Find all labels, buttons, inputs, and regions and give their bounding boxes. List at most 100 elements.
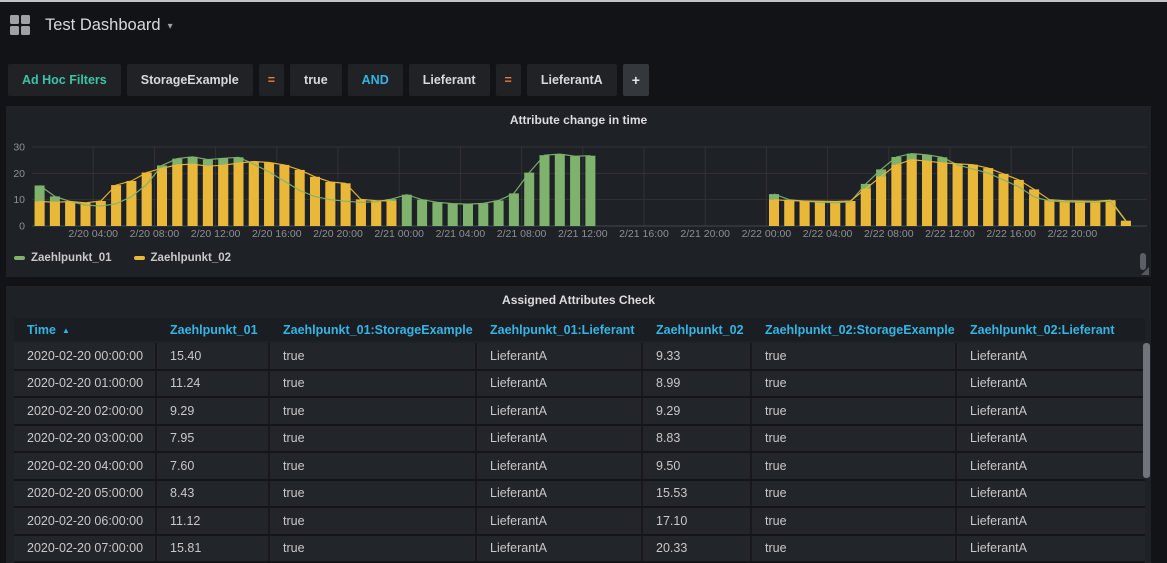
column-header-time[interactable]: Time▲ bbox=[14, 318, 157, 341]
filter-chip-text: StorageExample bbox=[141, 73, 239, 87]
y-axis-tick-label: 30 bbox=[13, 142, 25, 154]
table-row: 2020-02-20 03:00:007.95trueLieferantA8.8… bbox=[14, 426, 1145, 454]
bar-zaehlpunkt_02 bbox=[861, 189, 871, 226]
bar-zaehlpunkt_02 bbox=[983, 168, 993, 226]
bar-zaehlpunkt_02 bbox=[188, 164, 198, 226]
column-header-zaehlpunkt-02[interactable]: Zaehlpunkt_02 bbox=[643, 318, 752, 341]
filter-chip-op[interactable]: = bbox=[496, 64, 521, 96]
bar-zaehlpunkt_01 bbox=[478, 203, 488, 226]
table-cell: LieferantA bbox=[957, 426, 1145, 452]
filter-chip-text: = bbox=[505, 73, 512, 87]
filter-chip-cond[interactable]: AND bbox=[348, 64, 403, 96]
bar-zaehlpunkt_02 bbox=[249, 162, 259, 227]
bar-zaehlpunkt_02 bbox=[50, 202, 60, 226]
table-cell: true bbox=[752, 481, 957, 507]
bar-zaehlpunkt_02 bbox=[96, 201, 106, 226]
table-cell: 2020-02-20 05:00:00 bbox=[14, 481, 157, 507]
column-header-zaehlpunkt-02-lieferant[interactable]: Zaehlpunkt_02:Lieferant bbox=[957, 318, 1145, 341]
page-title: Test Dashboard bbox=[45, 16, 161, 35]
table-cell: true bbox=[752, 426, 957, 452]
bar-zaehlpunkt_01 bbox=[570, 156, 580, 226]
bar-zaehlpunkt_01 bbox=[432, 202, 442, 226]
column-header-zaehlpunkt-01-storageexample[interactable]: Zaehlpunkt_01:StorageExample bbox=[270, 318, 477, 341]
legend-item-zaehlpunkt_01[interactable]: Zaehlpunkt_01 bbox=[14, 252, 112, 264]
x-axis-tick-label: 2/20 20:00 bbox=[313, 228, 363, 240]
filter-chip-op[interactable]: = bbox=[259, 64, 284, 96]
add-filter-button[interactable]: + bbox=[623, 64, 649, 96]
column-header-label: Zaehlpunkt_01:Lieferant bbox=[490, 323, 634, 337]
bar-zaehlpunkt_02 bbox=[830, 202, 840, 227]
y-axis-tick-label: 0 bbox=[19, 221, 25, 233]
x-axis-tick-label: 2/20 08:00 bbox=[130, 228, 180, 240]
table-cell: LieferantA bbox=[477, 481, 643, 507]
table-panel-title[interactable]: Assigned Attributes Check bbox=[6, 286, 1151, 307]
x-axis-tick-label: 2/21 00:00 bbox=[374, 228, 424, 240]
table-cell: true bbox=[270, 426, 477, 452]
adhoc-filters-label: Ad Hoc Filters bbox=[8, 64, 121, 96]
table-cell: true bbox=[752, 398, 957, 424]
table-cell: true bbox=[270, 536, 477, 562]
table-cell: 9.50 bbox=[643, 453, 752, 479]
table-cell: 2020-02-20 01:00:00 bbox=[14, 371, 157, 397]
chart-panel-title[interactable]: Attribute change in time bbox=[6, 106, 1151, 127]
bar-zaehlpunkt_02 bbox=[1121, 221, 1131, 226]
attribute-change-chart[interactable]: 01020302/20 04:002/20 08:002/20 12:002/2… bbox=[8, 130, 1147, 240]
bar-zaehlpunkt_02 bbox=[815, 201, 825, 226]
table-cell: 9.29 bbox=[157, 398, 270, 424]
chevron-down-icon: ▾ bbox=[168, 18, 173, 32]
dashboard-title-button[interactable]: Test Dashboard ▾ bbox=[45, 16, 173, 35]
x-axis-tick-label: 2/21 08:00 bbox=[497, 228, 547, 240]
table-cell: LieferantA bbox=[957, 371, 1145, 397]
column-header-zaehlpunkt-02-storageexample[interactable]: Zaehlpunkt_02:StorageExample bbox=[752, 318, 957, 341]
bar-zaehlpunkt_02 bbox=[279, 165, 289, 226]
bar-zaehlpunkt_01 bbox=[402, 195, 412, 226]
bar-zaehlpunkt_01 bbox=[540, 155, 550, 226]
column-header-zaehlpunkt-01-lieferant[interactable]: Zaehlpunkt_01:Lieferant bbox=[477, 318, 643, 341]
table-cell: LieferantA bbox=[477, 426, 643, 452]
adhoc-filter-bar: Ad Hoc Filters StorageExample=trueANDLie… bbox=[8, 64, 649, 96]
table-cell: 7.95 bbox=[157, 426, 270, 452]
bar-zaehlpunkt_02 bbox=[784, 201, 794, 226]
column-header-zaehlpunkt-01[interactable]: Zaehlpunkt_01 bbox=[157, 318, 270, 341]
panel-resize-handle[interactable] bbox=[1141, 267, 1149, 275]
bar-zaehlpunkt_02 bbox=[1044, 200, 1054, 226]
filter-chip-value[interactable]: true bbox=[290, 64, 342, 96]
bar-zaehlpunkt_02 bbox=[111, 185, 121, 226]
bar-zaehlpunkt_01 bbox=[555, 154, 565, 226]
filter-chip-group: StorageExample=trueANDLieferant=Lieferan… bbox=[127, 64, 617, 96]
legend-label: Zaehlpunkt_02 bbox=[151, 252, 232, 264]
table-cell: 8.43 bbox=[157, 481, 270, 507]
filter-chip-key[interactable]: StorageExample bbox=[127, 64, 253, 96]
sort-asc-icon: ▲ bbox=[62, 325, 70, 335]
x-axis-tick-label: 2/22 20:00 bbox=[1048, 228, 1098, 240]
table-cell: LieferantA bbox=[957, 453, 1145, 479]
legend-item-zaehlpunkt_02[interactable]: Zaehlpunkt_02 bbox=[134, 252, 232, 264]
table-cell: LieferantA bbox=[477, 343, 643, 369]
bar-zaehlpunkt_02 bbox=[891, 165, 901, 226]
bar-zaehlpunkt_02 bbox=[310, 177, 320, 226]
chart-legend: Zaehlpunkt_01 Zaehlpunkt_02 bbox=[14, 252, 231, 264]
y-axis-tick-label: 10 bbox=[13, 194, 25, 206]
table-panel: Assigned Attributes Check Time▲Zaehlpunk… bbox=[6, 286, 1151, 563]
table-cell: 2020-02-20 02:00:00 bbox=[14, 398, 157, 424]
table-body: 2020-02-20 00:00:0015.40trueLieferantA9.… bbox=[14, 343, 1145, 563]
table-row: 2020-02-20 04:00:007.60trueLieferantA9.5… bbox=[14, 453, 1145, 481]
x-axis-tick-label: 2/21 04:00 bbox=[436, 228, 486, 240]
filter-chip-key[interactable]: Lieferant bbox=[409, 64, 490, 96]
table-scrollbar-thumb[interactable] bbox=[1143, 343, 1150, 478]
filter-chip-value[interactable]: LieferantA bbox=[527, 64, 617, 96]
bar-zaehlpunkt_01 bbox=[417, 200, 427, 226]
table-row: 2020-02-20 05:00:008.43trueLieferantA15.… bbox=[14, 481, 1145, 509]
table-cell: LieferantA bbox=[477, 536, 643, 562]
bar-zaehlpunkt_02 bbox=[35, 201, 45, 226]
table-cell: 2020-02-20 00:00:00 bbox=[14, 343, 157, 369]
table-cell: true bbox=[270, 453, 477, 479]
dashboard-grid-icon[interactable] bbox=[10, 15, 30, 35]
table-cell: 20.33 bbox=[643, 536, 752, 562]
bar-zaehlpunkt_02 bbox=[800, 201, 810, 226]
column-header-label: Zaehlpunkt_02 bbox=[656, 323, 744, 337]
x-axis-tick-label: 2/20 12:00 bbox=[191, 228, 241, 240]
bar-zaehlpunkt_02 bbox=[769, 200, 779, 226]
x-axis-tick-label: 2/22 04:00 bbox=[803, 228, 853, 240]
bar-zaehlpunkt_02 bbox=[937, 163, 947, 226]
